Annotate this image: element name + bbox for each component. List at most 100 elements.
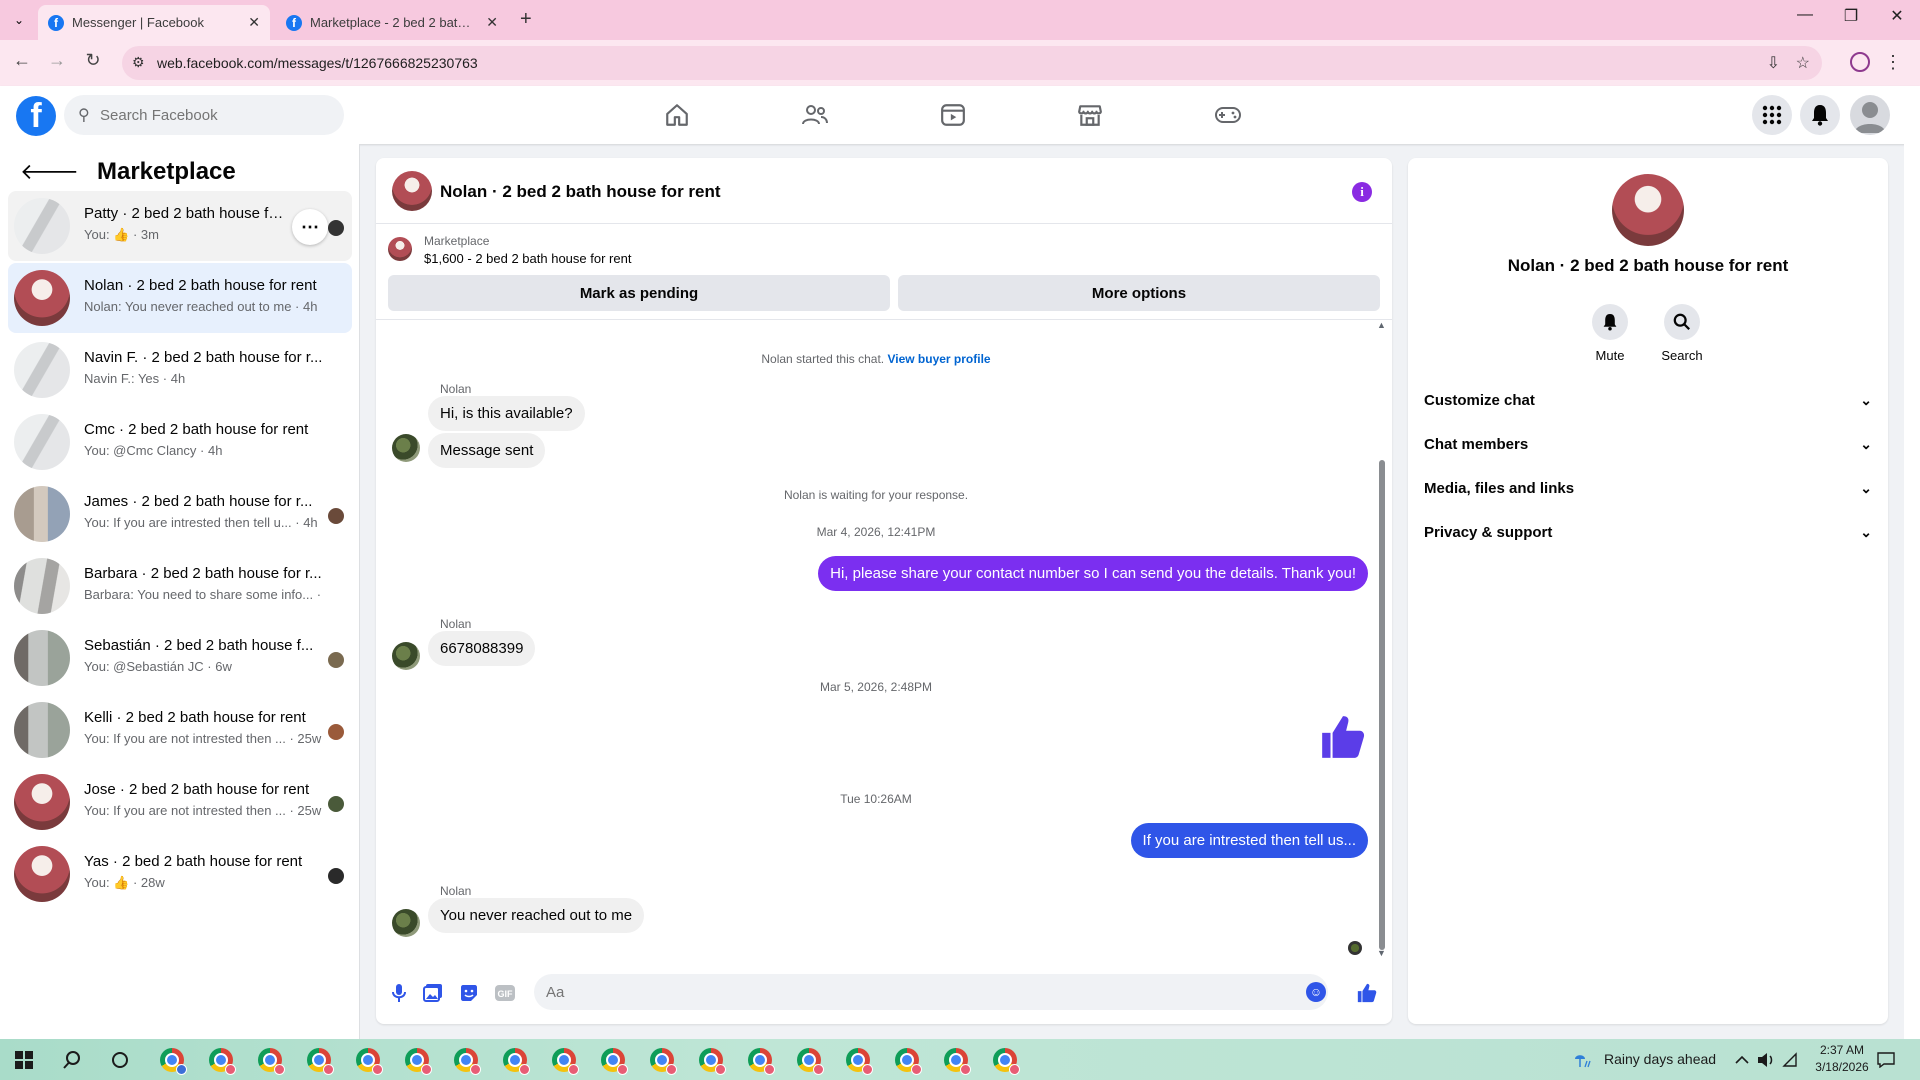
chrome-taskbar-icon[interactable] [991,1047,1020,1075]
chrome-taskbar-icon[interactable] [403,1047,432,1075]
chrome-taskbar-icon[interactable] [501,1047,530,1075]
info-icon[interactable]: i [1352,182,1372,202]
gaming-icon[interactable] [1213,100,1243,130]
sender-avatar[interactable] [392,642,420,670]
more-options-button[interactable]: ⋯ [292,209,328,245]
outgoing-message[interactable]: Hi, please share your contact number so … [818,556,1368,591]
close-tab-icon[interactable]: ✕ [486,14,498,31]
chat-members-section[interactable]: Chat members ⌄ [1424,422,1872,466]
search-box[interactable]: ⚲ [64,95,344,135]
chrome-taskbar-icon[interactable] [207,1047,236,1075]
new-tab-button[interactable]: + [520,8,532,31]
sticker-icon[interactable] [458,982,480,1004]
chrome-taskbar-icon[interactable] [354,1047,383,1075]
chat-item-yas[interactable]: Yas · 2 bed 2 bath house for rent You: 👍… [8,839,352,909]
chat-item-cmc[interactable]: Cmc · 2 bed 2 bath house for rent You: @… [8,407,352,477]
tab-marketplace[interactable]: f Marketplace - 2 bed 2 bath house for r… [276,5,508,40]
gif-icon[interactable]: GIF [494,982,516,1004]
chat-item-kelli[interactable]: Kelli · 2 bed 2 bath house for rent You:… [8,695,352,765]
weather-icon[interactable] [1568,1047,1596,1073]
sender-avatar[interactable] [392,909,420,937]
search-icon[interactable] [1664,304,1700,340]
restore-button[interactable]: ❐ [1828,6,1874,26]
chat-item-barbara[interactable]: Barbara · 2 bed 2 bath house for r... Ba… [8,551,352,621]
url-text[interactable]: web.facebook.com/messages/t/126766682523… [157,55,478,71]
view-buyer-profile-link[interactable]: View buyer profile [887,352,990,366]
microphone-icon[interactable] [388,982,410,1004]
marketplace-icon[interactable] [1075,100,1105,130]
conversation-title[interactable]: Nolan · 2 bed 2 bath house for rent [440,182,721,202]
chrome-taskbar-icon[interactable] [550,1047,579,1075]
chrome-taskbar-icon[interactable] [942,1047,971,1075]
page-scrollbar[interactable] [1904,86,1920,1039]
account-icon[interactable] [1850,95,1890,135]
close-tab-icon[interactable]: ✕ [248,14,260,31]
privacy-support-section[interactable]: Privacy & support ⌄ [1424,510,1872,554]
chrome-taskbar-icon[interactable] [599,1047,628,1075]
message-scrollbar[interactable]: ▲ ▼ [1377,320,1386,960]
chat-item-patty[interactable]: Patty · 2 bed 2 bath house for rent You:… [8,191,352,261]
site-info-icon[interactable]: ⚙ [132,54,145,71]
notification-center-icon[interactable] [1872,1047,1900,1073]
scroll-up-arrow-icon[interactable]: ▲ [1377,320,1386,330]
chat-item-sebastian[interactable]: Sebastián · 2 bed 2 bath house f... You:… [8,623,352,693]
notifications-icon[interactable] [1800,95,1840,135]
mark-as-pending-button[interactable]: Mark as pending [388,275,890,311]
network-icon[interactable] [1776,1047,1804,1073]
reload-icon[interactable]: ↻ [80,50,106,71]
conversation-avatar[interactable] [392,171,432,211]
friends-icon[interactable] [800,100,830,130]
chrome-taskbar-icon[interactable] [795,1047,824,1075]
search-input[interactable] [100,95,330,135]
minimize-button[interactable]: — [1782,6,1828,24]
chat-item-jose[interactable]: Jose · 2 bed 2 bath house for rent You: … [8,767,352,837]
install-app-icon[interactable]: ⇩ [1767,53,1780,73]
tab-search-dropdown-icon[interactable]: ⌄ [8,10,30,30]
forward-icon[interactable]: → [44,50,70,71]
scrollbar-thumb[interactable] [1379,460,1385,950]
omnibox[interactable]: ⚙ web.facebook.com/messages/t/1267666825… [122,46,1822,80]
like-thumbs-up-icon[interactable] [1318,712,1368,762]
customize-chat-section[interactable]: Customize chat ⌄ [1424,378,1872,422]
photo-icon[interactable] [422,982,444,1004]
home-icon[interactable] [662,100,692,130]
chrome-taskbar-icon[interactable] [158,1047,187,1075]
media-files-links-section[interactable]: Media, files and links ⌄ [1424,466,1872,510]
message-input[interactable] [534,974,1328,1010]
bookmark-star-icon[interactable]: ☆ [1796,53,1810,73]
chrome-taskbar-icon[interactable] [844,1047,873,1075]
chrome-taskbar-icon[interactable] [305,1047,334,1075]
search-action[interactable]: Search [1652,304,1712,363]
chrome-taskbar-icon[interactable] [697,1047,726,1075]
chat-item-james[interactable]: James · 2 bed 2 bath house for r... You:… [8,479,352,549]
browser-menu-icon[interactable]: ⋮ [1884,52,1902,73]
close-window-button[interactable]: ✕ [1874,6,1920,26]
windows-start-icon[interactable] [10,1047,38,1073]
bell-icon[interactable] [1592,304,1628,340]
task-view-icon[interactable] [106,1047,134,1073]
video-icon[interactable] [938,100,968,130]
back-arrow-icon[interactable]: 🡐 [20,159,79,185]
incoming-message[interactable]: Message sent [428,433,546,468]
chat-item-nolan[interactable]: Nolan · 2 bed 2 bath house for rent Nola… [8,263,352,333]
taskbar-search-icon[interactable] [58,1047,86,1073]
incoming-message[interactable]: Hi, is this available? [428,396,585,431]
chrome-taskbar-icon[interactable] [648,1047,677,1075]
scroll-down-arrow-icon[interactable]: ▼ [1377,948,1386,958]
weather-text[interactable]: Rainy days ahead [1604,1051,1716,1067]
details-avatar[interactable] [1612,174,1684,246]
outgoing-message[interactable]: If you are intrested then tell us... [1130,823,1368,858]
chrome-taskbar-icon[interactable] [452,1047,481,1075]
more-options-button[interactable]: More options [898,275,1380,311]
listing-price-title[interactable]: $1,600 - 2 bed 2 bath house for rent [424,251,631,266]
chrome-taskbar-icon[interactable] [746,1047,775,1075]
chat-item-navin[interactable]: Navin F. · 2 bed 2 bath house for r... N… [8,335,352,405]
browser-profile-icon[interactable] [1850,52,1870,72]
send-like-icon[interactable] [1356,982,1378,1004]
clock-time[interactable]: 2:37 AM [1810,1043,1874,1057]
mute-action[interactable]: Mute [1580,304,1640,363]
emoji-icon[interactable]: ☺ [1306,982,1326,1002]
tab-messenger[interactable]: f Messenger | Facebook ✕ [38,5,270,40]
chrome-taskbar-icon[interactable] [893,1047,922,1075]
back-icon[interactable]: ← [9,50,35,71]
